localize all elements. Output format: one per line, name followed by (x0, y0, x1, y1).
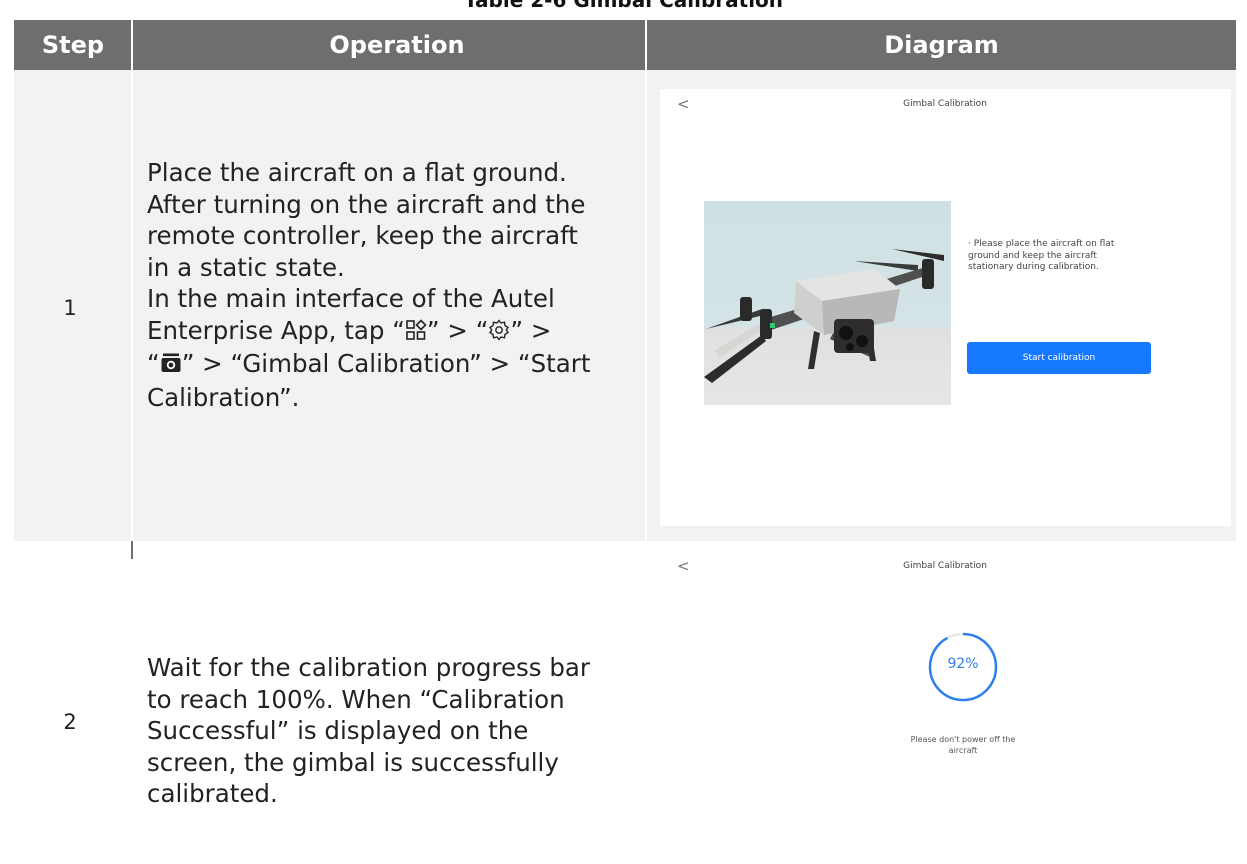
column-divider (645, 70, 647, 541)
gear-icon (488, 317, 510, 349)
operation-line: Calibration”. (147, 382, 300, 412)
screen-title: Gimbal Calibration (903, 561, 987, 571)
apps-icon (405, 317, 427, 349)
operation-line: After turning on the aircraft and the (147, 189, 586, 219)
instruction-line: ground and keep the aircraft (968, 250, 1097, 261)
operation-line: Enterprise App, tap “ ” > “ ” > (147, 315, 637, 349)
app-screenshot-calibration-start: < Gimbal Calibration · Please place the … (660, 89, 1231, 526)
warning-line: Please don't power off the (910, 735, 1016, 744)
warning-line: aircraft (948, 746, 978, 755)
operation-line: screen, the gimbal is successfully (147, 747, 559, 777)
progress-percent: 92% (947, 656, 979, 672)
table-caption: Table 2-6 Gimbal Calibration (463, 0, 784, 12)
table-header: Step Operation Diagram (14, 20, 1236, 70)
instruction-line: · Please place the aircraft on flat (968, 239, 1115, 249)
operation-fragment: “ (147, 349, 160, 378)
operation-text: Wait for the calibration progress bar to… (147, 652, 647, 810)
operation-fragment: Enterprise App, tap “ (147, 315, 405, 345)
operation-line: remote controller, keep the aircraft (147, 221, 578, 250)
header-operation: Operation (329, 31, 465, 59)
step-number: 1 (63, 296, 77, 320)
operation-line: Successful” is displayed on the (147, 716, 529, 745)
app-screenshot-calibration-progress: < Gimbal Calibration 92% Please don't po… (660, 554, 1231, 854)
operation-line: Wait for the calibration progress bar (147, 653, 590, 682)
screen-title: Gimbal Calibration (903, 99, 987, 109)
operation-line: calibrated. (147, 779, 278, 808)
power-warning: Please don't power off the aircraft (890, 734, 1036, 756)
calibration-instruction: · Please place the aircraft on flat grou… (968, 239, 1168, 274)
instruction-line: stationary during calibration. (968, 262, 1099, 272)
step-number: 2 (63, 710, 77, 734)
camera-icon (160, 350, 182, 382)
column-divider (131, 70, 133, 541)
operation-line: In the main interface of the Autel (147, 284, 555, 313)
operation-line: Place the aircraft on a flat ground. (147, 158, 567, 187)
operation-fragment: ” > “ (426, 315, 489, 345)
column-divider (131, 541, 133, 559)
operation-line: in a static state. (147, 252, 345, 282)
back-icon: < (677, 95, 690, 113)
back-icon: < (677, 557, 690, 575)
operation-fragment: ” > “Gimbal Calibration” > “Start (181, 349, 591, 378)
operation-line: “ ” > “Gimbal Calibration” > “Start (147, 348, 637, 382)
header-diagram: Diagram (884, 31, 999, 59)
operation-line: to reach 100%. When “Calibration (147, 684, 565, 714)
header-step: Step (41, 31, 105, 59)
operation-fragment: ” > (510, 315, 552, 345)
start-calibration-button[interactable]: Start calibration (967, 342, 1151, 374)
operation-text: Place the aircraft on a flat ground. Aft… (147, 157, 637, 413)
drone-photo (704, 201, 951, 405)
